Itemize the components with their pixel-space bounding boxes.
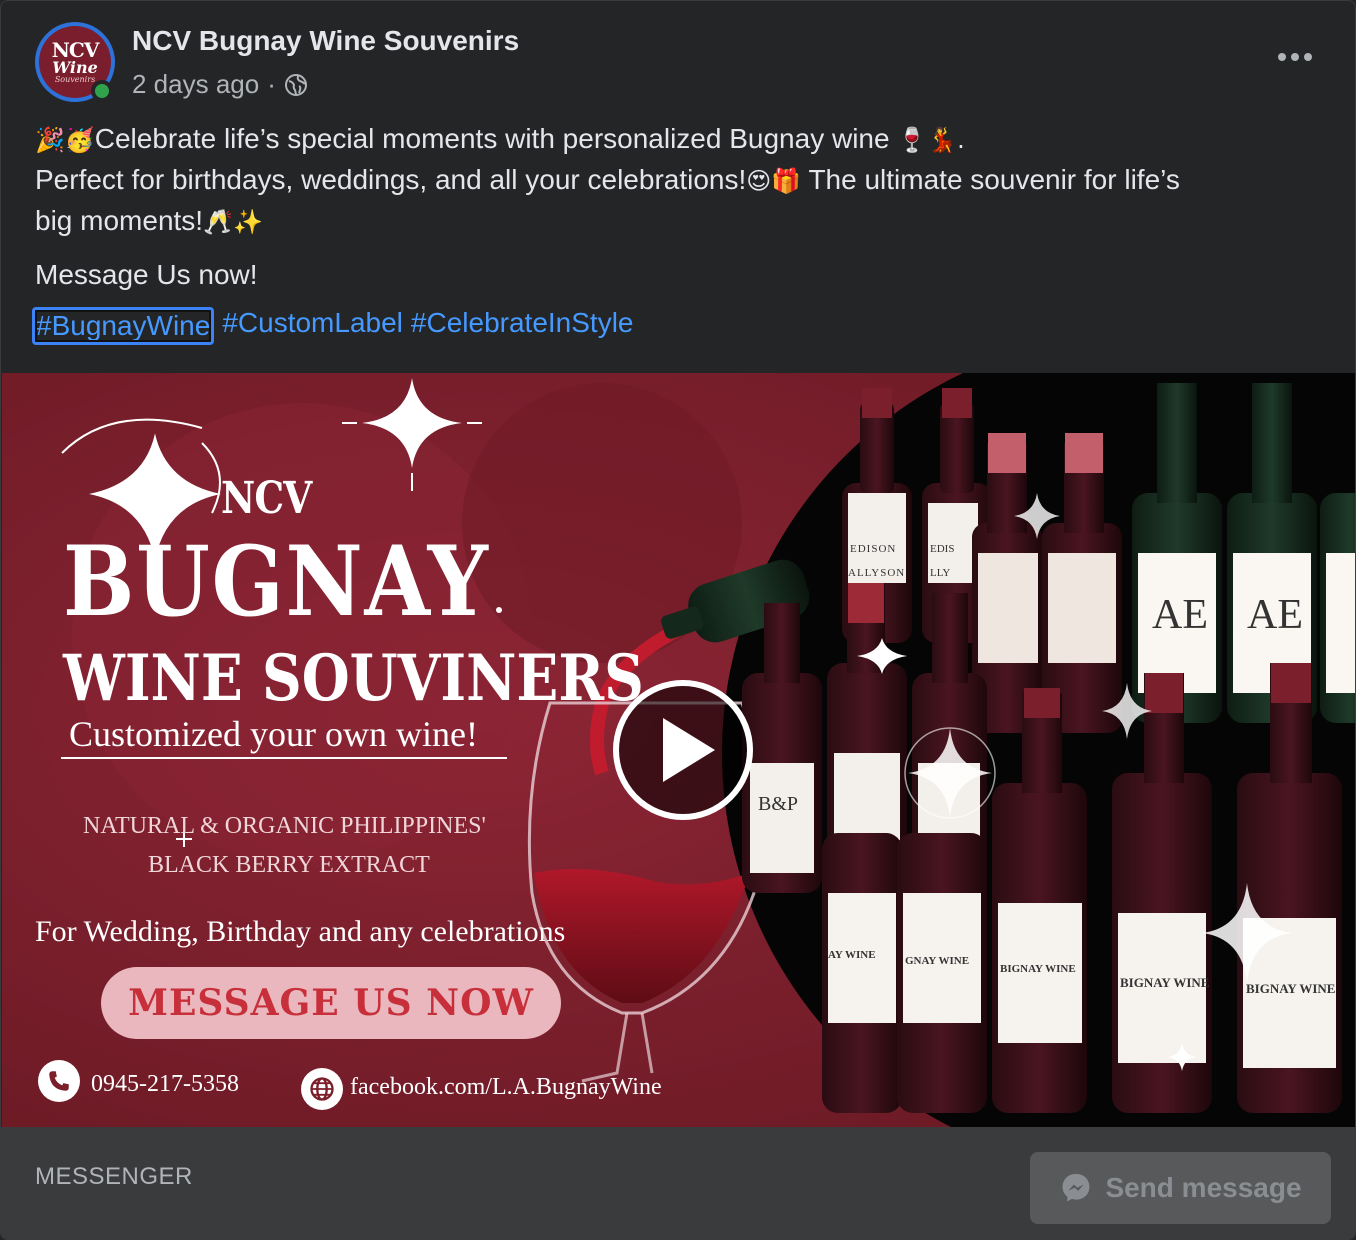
web-icon-glyph xyxy=(310,1077,334,1101)
more-icon-dot xyxy=(1291,53,1299,61)
hashtag-customlabel[interactable]: #CustomLabel xyxy=(222,307,403,345)
label-lly: LLY xyxy=(930,567,951,579)
label-edis: EDIS xyxy=(930,543,955,555)
hashtag-celebrateinstyle[interactable]: #CelebrateInStyle xyxy=(411,307,634,345)
media-souviners-title: WINE SOUVINERS xyxy=(63,641,644,716)
meta-separator: · xyxy=(267,69,276,99)
messenger-label: MESSENGER xyxy=(35,1163,193,1190)
post-card: NCV Wine Souvenirs NCV Bugnay Wine Souve… xyxy=(0,0,1356,1240)
media-for-text: For Wedding, Birthday and any celebratio… xyxy=(35,915,566,948)
play-icon xyxy=(663,718,715,782)
party-emoji: 🎉🥳 xyxy=(35,126,95,154)
label-ae-2: AE xyxy=(1247,592,1303,638)
post-line-2: Perfect for birthdays, weddings, and all… xyxy=(35,160,1335,201)
label-edison: EDISON xyxy=(850,543,897,555)
label-wine-4: BIGNAY WINE xyxy=(1120,975,1210,990)
label-ae-1: AE xyxy=(1152,592,1208,638)
messenger-icon xyxy=(1062,1173,1090,1202)
post-cta-line: Message Us now! xyxy=(35,259,258,290)
media-natural-text: NATURAL & ORGANIC PHILIPPINES' xyxy=(83,813,486,839)
post-line-3: big moments!🥂✨ xyxy=(35,201,1335,242)
media-website-text: facebook.com/L.A.BugnayWine xyxy=(350,1074,662,1100)
heart-eyes-gift-emoji: 😍🎁 xyxy=(746,167,802,195)
media-ncv-text: NCV xyxy=(221,473,312,524)
avatar-logo-text-souvenirs: Souvenirs xyxy=(54,75,96,84)
page-name-link[interactable]: NCV Bugnay Wine Souvenirs xyxy=(132,25,519,57)
label-wine-2: GNAY WINE xyxy=(905,955,970,967)
media-bugnay-title: BUGNAY xyxy=(63,525,490,638)
label-wine-3: BIGNAY WINE xyxy=(1000,963,1076,975)
avatar-logo-text-wine: Wine xyxy=(52,58,98,77)
more-icon-dot xyxy=(1304,53,1312,61)
post-line-1-text: Celebrate life’s special moments with pe… xyxy=(94,123,890,154)
post-line-3-text: big moments! xyxy=(35,205,204,236)
send-message-label: Send message xyxy=(1105,1172,1302,1203)
label-wine-5: BIGNAY WINE xyxy=(1246,981,1336,996)
more-icon-dot xyxy=(1278,53,1286,61)
wine-dancer-emoji: 🍷💃. xyxy=(897,126,965,154)
post-timestamp[interactable]: 2 days ago xyxy=(132,69,259,100)
media-berry-text: BLACK BERRY EXTRACT xyxy=(148,852,430,878)
toast-sparkles-emoji: 🥂✨ xyxy=(203,208,263,236)
post-line-2-text: Perfect for birthdays, weddings, and all… xyxy=(35,164,747,195)
hashtag-row: #BugnayWine #CustomLabel #CelebrateInSty… xyxy=(32,307,633,345)
hashtag-bugnaywine[interactable]: #BugnayWine xyxy=(32,307,215,345)
media-message-pill: MESSAGE US NOW xyxy=(101,967,561,1039)
globe-icon[interactable] xyxy=(284,73,308,97)
web-icon xyxy=(301,1068,343,1110)
phone-icon-glyph xyxy=(49,1071,69,1091)
media-pill-text: MESSAGE US NOW xyxy=(128,982,534,1024)
avatar-logo-text-ncv: NCV xyxy=(51,38,100,62)
media-phone-text: 0945-217-5358 xyxy=(91,1071,239,1097)
send-message-button[interactable]: Send message xyxy=(1030,1152,1331,1224)
post-meta: 2 days ago · xyxy=(132,69,308,100)
post-line-1: 🎉🥳Celebrate life’s special moments with … xyxy=(35,119,1335,160)
play-button[interactable] xyxy=(613,680,753,820)
more-options-button[interactable] xyxy=(1267,37,1323,77)
phone-icon xyxy=(38,1060,80,1102)
label-wine-1: AY WINE xyxy=(828,949,876,961)
post-line-2-text-b: The ultimate souvenir for life’s xyxy=(801,164,1180,195)
label-bp: B&P xyxy=(758,793,799,815)
label-allyson: ALLYSON xyxy=(848,567,906,579)
post-message: 🎉🥳Celebrate life’s special moments with … xyxy=(35,119,1335,290)
media-underline xyxy=(61,757,507,759)
media-customized-text: Customized your own wine! xyxy=(69,714,478,754)
online-status-dot xyxy=(91,80,113,102)
